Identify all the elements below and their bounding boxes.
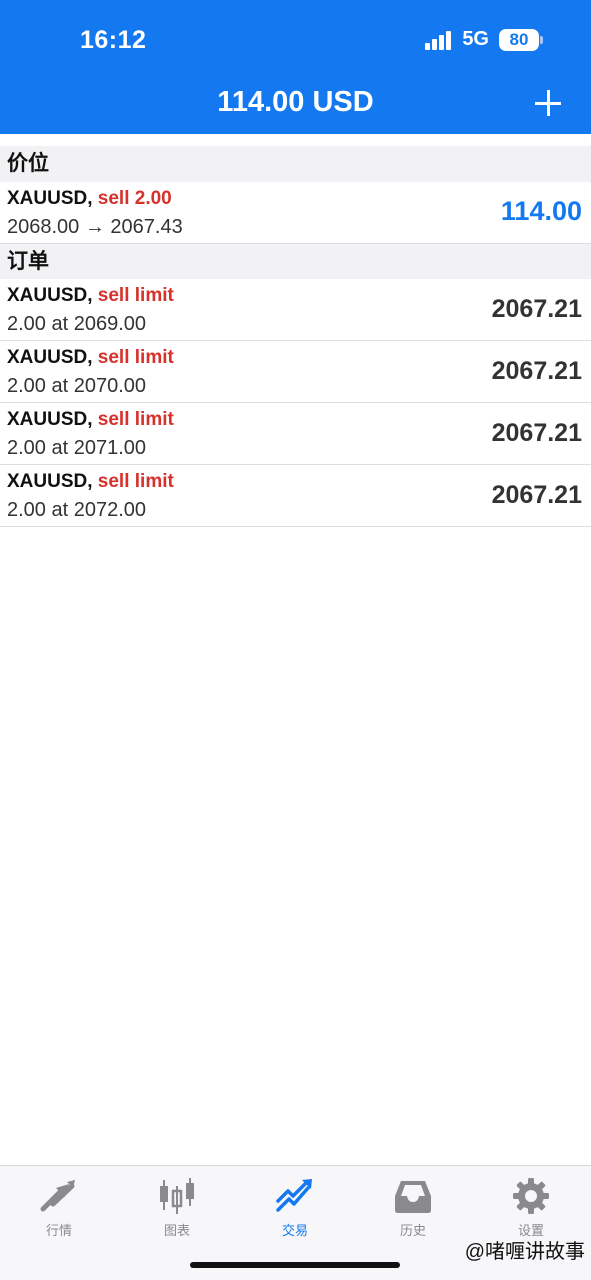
settings-gear-icon <box>513 1178 549 1214</box>
current-price: 2067.21 <box>491 419 582 447</box>
signal-bars-icon <box>425 30 453 50</box>
plus-icon[interactable] <box>535 90 561 116</box>
order-detail: 2.00 at 2069.00 <box>7 313 147 335</box>
section-header-orders: 订单 <box>0 244 591 279</box>
order-type: sell limit <box>97 347 174 368</box>
history-inbox-icon <box>395 1181 431 1213</box>
position-row[interactable]: XAUUSD, sell 2.00 2068.00 → 2067.43 114.… <box>0 182 591 244</box>
symbol-label: XAUUSD, <box>7 409 93 430</box>
tab-settings[interactable]: 设置 <box>491 1176 571 1239</box>
home-indicator[interactable] <box>190 1262 400 1268</box>
scrolled-row-remnant <box>0 134 591 146</box>
tab-quotes[interactable]: 行情 <box>19 1176 99 1239</box>
tab-trade[interactable]: 交易 <box>255 1176 335 1239</box>
profit-value: 114.00 <box>500 196 582 226</box>
tab-history[interactable]: 历史 <box>373 1176 453 1239</box>
status-indicators: 5G 80 <box>425 28 543 51</box>
tab-label: 交易 <box>281 1223 308 1238</box>
order-row[interactable]: XAUUSD, sell limit 2.00 at 2069.00 2067.… <box>0 279 591 341</box>
battery-icon: 80 <box>499 28 543 51</box>
current-price: 2067.21 <box>491 481 582 509</box>
symbol-label: XAUUSD, <box>7 188 93 209</box>
trade-trend-icon <box>276 1179 312 1212</box>
tab-chart[interactable]: 图表 <box>137 1176 217 1239</box>
order-detail: 2.00 at 2071.00 <box>7 437 147 459</box>
candlestick-chart-icon <box>160 1178 194 1214</box>
tab-label: 行情 <box>45 1223 72 1238</box>
page-title: 114.00 USD <box>217 86 374 118</box>
section-header-positions: 价位 <box>0 146 591 182</box>
order-type: sell limit <box>97 285 174 306</box>
trade-action: sell 2.00 <box>97 188 172 209</box>
tab-label: 历史 <box>399 1223 426 1238</box>
order-row[interactable]: XAUUSD, sell limit 2.00 at 2070.00 2067.… <box>0 341 591 403</box>
order-type: sell limit <box>97 471 174 492</box>
quotes-arrows-icon <box>40 1180 75 1212</box>
network-type: 5G <box>462 28 489 50</box>
order-detail: 2.00 at 2070.00 <box>7 375 147 397</box>
tab-label: 图表 <box>163 1223 190 1238</box>
symbol-label: XAUUSD, <box>7 285 93 306</box>
symbol-label: XAUUSD, <box>7 471 93 492</box>
order-row[interactable]: XAUUSD, sell limit 2.00 at 2072.00 2067.… <box>0 465 591 527</box>
order-type: sell limit <box>97 409 174 430</box>
watermark-text: @啫喱讲故事 <box>464 1241 585 1263</box>
header: 16:12 5G 80 114.00 USD <box>0 0 591 134</box>
battery-level: 80 <box>509 29 529 49</box>
order-row[interactable]: XAUUSD, sell limit 2.00 at 2071.00 2067.… <box>0 403 591 465</box>
order-detail: 2.00 at 2072.00 <box>7 499 147 521</box>
current-price: 2067.21 <box>491 357 582 385</box>
status-time: 16:12 <box>80 26 147 54</box>
symbol-label: XAUUSD, <box>7 347 93 368</box>
price-range: 2068.00 → 2067.43 <box>7 216 183 238</box>
current-price: 2067.21 <box>491 295 582 323</box>
